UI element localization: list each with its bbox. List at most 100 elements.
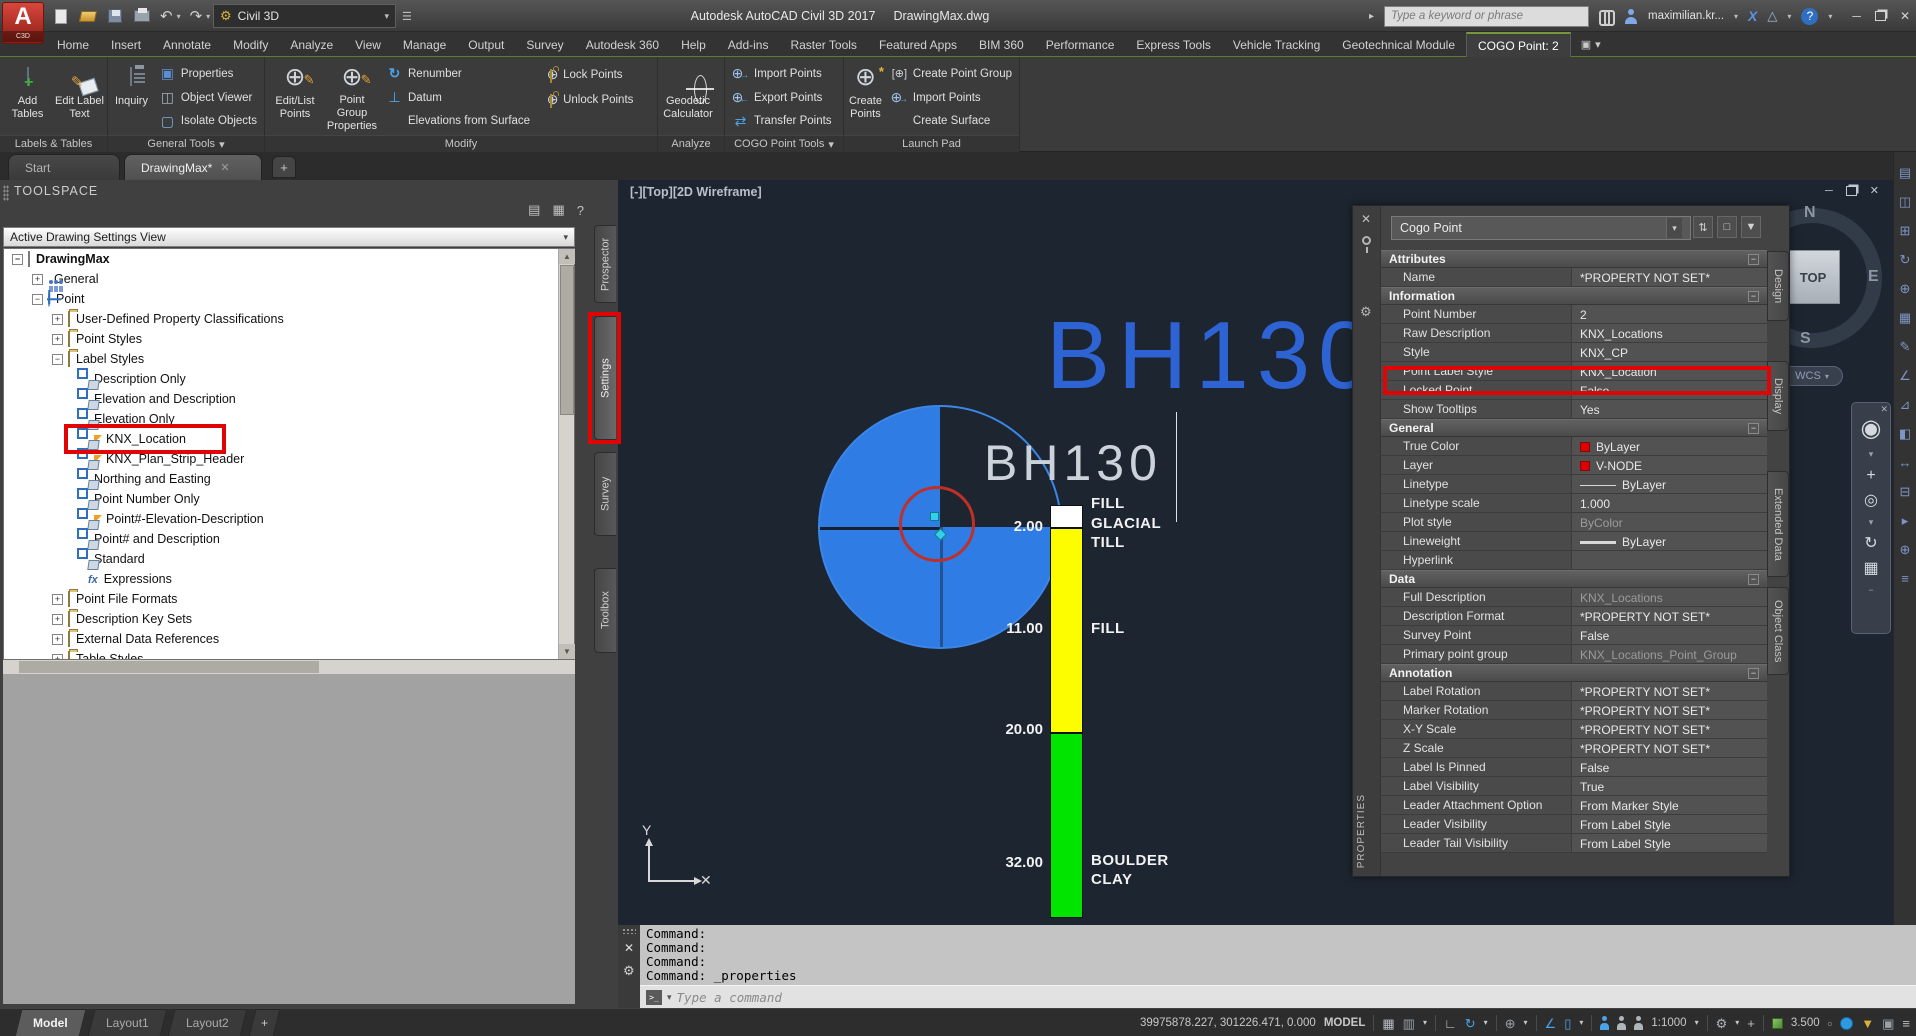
scroll-down-icon[interactable]: ▼ xyxy=(559,644,575,659)
property-value[interactable]: *PROPERTY NOT SET* xyxy=(1571,701,1767,719)
navbar-chevron2-icon[interactable]: ▾ xyxy=(1869,518,1874,527)
ribbon-tab-vehicle-tracking[interactable]: Vehicle Tracking xyxy=(1222,32,1331,57)
orbit-icon[interactable]: ↻ xyxy=(1864,536,1877,552)
panel-title[interactable]: General Tools ▾ xyxy=(108,135,264,152)
help-dropdown-icon[interactable]: ▾ xyxy=(1828,12,1832,21)
property-value[interactable]: KNX_CP xyxy=(1571,343,1767,361)
collapse-icon[interactable]: − xyxy=(12,253,23,265)
property-row-full-description[interactable]: Full Description KNX_Locations xyxy=(1381,588,1767,607)
section-collapse-icon[interactable]: − xyxy=(1748,573,1759,585)
snap-dropdown-icon[interactable]: ▾ xyxy=(1423,1019,1427,1027)
collapse-icon[interactable]: − xyxy=(1868,586,1873,595)
property-row-style[interactable]: Style KNX_CP xyxy=(1381,343,1767,362)
layout-tab-layout1[interactable]: Layout1 xyxy=(87,1009,167,1036)
property-row-leader-attachment-option[interactable]: Leader Attachment Option From Marker Styl… xyxy=(1381,796,1767,815)
tree-item-knx-plan-strip-header[interactable]: KNX_Plan_Strip_Header xyxy=(4,449,574,469)
tree-item-external-data-references[interactable]: + External Data References xyxy=(4,629,574,649)
annotation-people-icon[interactable] xyxy=(1634,1016,1644,1030)
undo-dropdown-icon[interactable]: ▾ xyxy=(177,12,181,21)
properties-tab-display[interactable]: Display xyxy=(1767,361,1789,431)
section-collapse-icon[interactable]: − xyxy=(1748,253,1759,265)
tree-item-standard[interactable]: Standard xyxy=(4,549,574,569)
file-tab-drawingmax-[interactable]: DrawingMax* ✕ xyxy=(124,154,262,180)
lineweight-value[interactable]: 3.500 xyxy=(1791,1017,1820,1029)
model-space-button[interactable]: MODEL xyxy=(1324,1017,1366,1029)
button-renumber[interactable]: ↻ Renumber xyxy=(382,62,534,86)
close-button[interactable]: ✕ xyxy=(1900,9,1910,23)
property-value[interactable]: False xyxy=(1571,758,1767,776)
tree-item-description-key-sets[interactable]: + Description Key Sets xyxy=(4,609,574,629)
properties-tab-design[interactable]: Design xyxy=(1767,251,1789,321)
tree-vertical-scrollbar[interactable]: ▲ ▼ xyxy=(558,249,575,659)
section-attributes[interactable]: Attributes − xyxy=(1381,250,1767,268)
tree-item-point-styles[interactable]: + Point Styles xyxy=(4,329,574,349)
new-file-tab-button[interactable]: + xyxy=(272,156,296,178)
section-collapse-icon[interactable]: − xyxy=(1748,422,1759,434)
layer-tool-icon[interactable]: ▤ xyxy=(1899,166,1911,179)
tree-item-elevation-only[interactable]: Elevation Only xyxy=(4,409,574,429)
button-transfer-points[interactable]: ⇄ Transfer Points xyxy=(728,109,836,133)
search-input[interactable]: Type a keyword or phrase xyxy=(1383,5,1589,27)
navigation-bar[interactable]: ✕ ◉ ▾ + ◎ ▾ ↻ ▦ − xyxy=(1851,402,1891,634)
scroll-up-icon[interactable]: ▲ xyxy=(559,249,575,264)
application-menu-button[interactable]: A C3D xyxy=(2,2,44,44)
isolate-objects-status-icon[interactable]: ▼ xyxy=(1861,1017,1874,1030)
panorama-icon[interactable]: ▤ xyxy=(528,202,540,218)
quick-select-button[interactable]: ▼ xyxy=(1741,216,1761,238)
property-row-true-color[interactable]: True Color ByLayer xyxy=(1381,437,1767,456)
toolspace-tab-toolbox[interactable]: Toolbox xyxy=(594,568,616,653)
property-row-name[interactable]: Name *PROPERTY NOT SET* xyxy=(1381,268,1767,287)
button-geodetic-calculator[interactable]: Geodetic Calculator xyxy=(661,59,715,133)
menu-tool-icon[interactable]: ≡ xyxy=(1901,572,1909,585)
ribbon-tab-cogo-point-2[interactable]: COGO Point: 2 xyxy=(1466,32,1571,57)
customization-menu-icon[interactable]: ≡ xyxy=(1902,1017,1910,1030)
ortho-mode-icon[interactable]: ∟ xyxy=(1444,1017,1457,1030)
toolspace-tab-survey[interactable]: Survey xyxy=(594,452,616,536)
object-type-selector[interactable]: Cogo Point ▾ xyxy=(1391,216,1691,240)
annotation-visibility-icon[interactable] xyxy=(1600,1016,1610,1030)
property-row-linetype[interactable]: Linetype ByLayer xyxy=(1381,475,1767,494)
ribbon-tab-annotate[interactable]: Annotate xyxy=(152,32,222,57)
button-isolate-objects[interactable]: ▢ Isolate Objects xyxy=(155,109,261,133)
new-layout-button[interactable]: + xyxy=(248,1009,281,1036)
button-elevations-from-surface[interactable]: Elevations from Surface xyxy=(382,109,534,133)
tree-item-knx-location[interactable]: KNX_Location xyxy=(4,429,574,449)
property-row-show-tooltips[interactable]: Show Tooltips Yes xyxy=(1381,400,1767,419)
property-row-point-label-style[interactable]: Point Label Style KNX_Location xyxy=(1381,362,1767,381)
property-row-point-number[interactable]: Point Number 2 xyxy=(1381,305,1767,324)
button-create-surface[interactable]: Create Surface xyxy=(887,109,1016,133)
ribbon-tab-modify[interactable]: Modify xyxy=(222,32,279,57)
navbar-close-icon[interactable]: ✕ xyxy=(1880,404,1888,415)
property-value[interactable]: Yes xyxy=(1571,400,1767,418)
property-row-linetype-scale[interactable]: Linetype scale 1.000 xyxy=(1381,494,1767,513)
a360-icon[interactable]: △ xyxy=(1767,8,1777,24)
button-object-viewer[interactable]: ◫ Object Viewer xyxy=(155,86,261,110)
osnap-tracking-icon[interactable]: ∠ xyxy=(1545,1017,1557,1030)
property-row-description-format[interactable]: Description Format *PROPERTY NOT SET* xyxy=(1381,607,1767,626)
command-customize-icon[interactable]: ⚙ xyxy=(623,963,635,979)
tree-item-drawingmax[interactable]: − DrawingMax xyxy=(4,249,574,269)
arrows-tool-icon[interactable]: ↔ xyxy=(1899,456,1912,469)
palette-grip[interactable] xyxy=(3,185,9,201)
ribbon-tab-raster-tools[interactable]: Raster Tools xyxy=(779,32,867,57)
property-row-label-visibility[interactable]: Label Visibility True xyxy=(1381,777,1767,796)
drawing-close-icon[interactable]: ✕ xyxy=(1870,184,1879,197)
property-value[interactable]: *PROPERTY NOT SET* xyxy=(1571,739,1767,757)
command-history[interactable]: Command: Command: Command: Command: _proper… xyxy=(640,925,1916,985)
minimize-button[interactable]: ─ xyxy=(1852,9,1861,23)
properties-tab-object-class[interactable]: Object Class xyxy=(1767,587,1789,675)
property-row-z-scale[interactable]: Z Scale *PROPERTY NOT SET* xyxy=(1381,739,1767,758)
pickadd-toggle-button[interactable]: ⇅ xyxy=(1693,216,1713,238)
play-tool-icon[interactable]: ▸ xyxy=(1902,514,1909,527)
tree-item-general[interactable]: + General xyxy=(4,269,574,289)
preview-icon[interactable]: ▦ xyxy=(552,202,564,218)
open-icon[interactable] xyxy=(78,7,98,25)
ribbon-display-toggle[interactable]: ▣ ▾ xyxy=(1571,32,1611,57)
search-collapse-icon[interactable]: ▸ xyxy=(1369,11,1374,22)
settings-view-combobox[interactable]: Active Drawing Settings View ▾ xyxy=(3,227,575,247)
tree-item-point[interactable]: − Point xyxy=(4,289,574,309)
help-icon[interactable]: ? xyxy=(577,203,584,218)
file-tab-close-icon[interactable]: ✕ xyxy=(220,161,229,174)
plot-icon[interactable] xyxy=(133,7,151,25)
scale-dropdown-icon[interactable]: ▾ xyxy=(1695,1019,1699,1027)
